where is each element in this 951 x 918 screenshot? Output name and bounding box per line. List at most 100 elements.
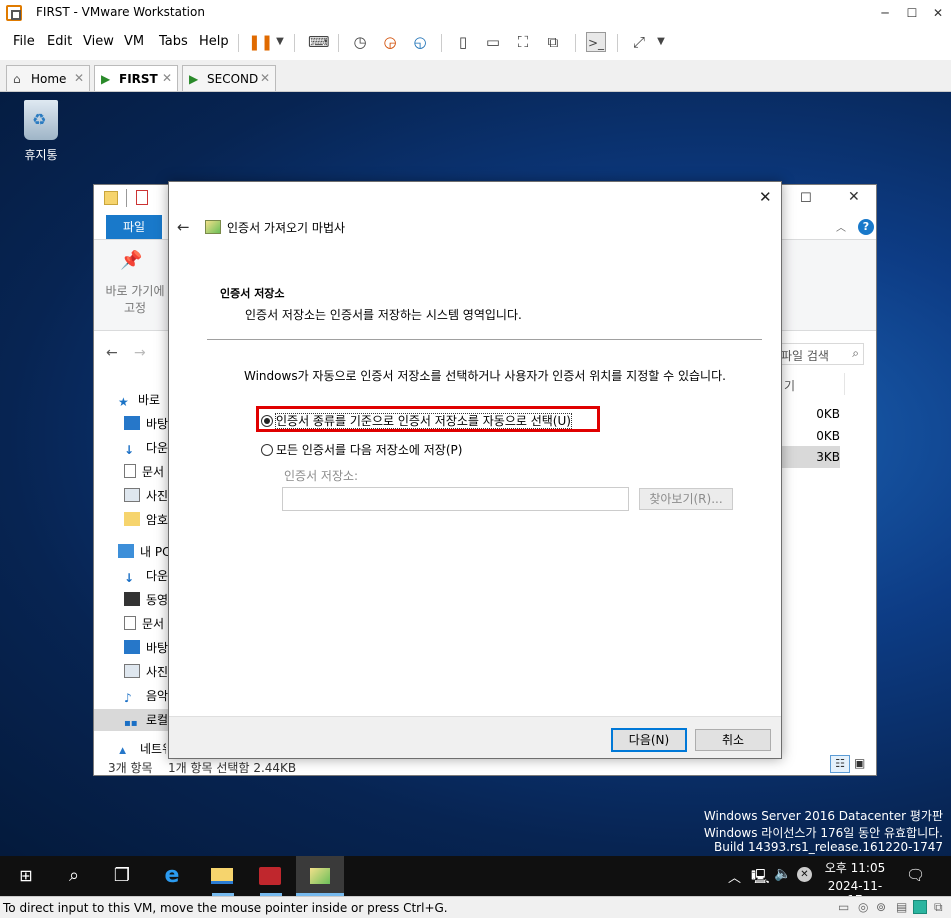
sidebar-item[interactable]: 암호: [124, 511, 172, 533]
sidebar-item-network[interactable]: ▲네트워: [118, 740, 166, 754]
fit-guest-icon[interactable]: ⛶: [513, 32, 533, 52]
toolbar-separator: [575, 34, 576, 52]
close-icon[interactable]: ✕: [162, 71, 172, 85]
close-button[interactable]: ✕: [848, 189, 860, 205]
search-icon[interactable]: ⌕: [50, 856, 98, 896]
search-input[interactable]: 파일 검색 ⌕: [776, 343, 864, 365]
vm-tools-icon[interactable]: [913, 900, 927, 914]
minimize-button[interactable]: ─: [876, 4, 894, 22]
sidebar-item[interactable]: ↓ 다운: [124, 439, 172, 461]
start-icon[interactable]: ⊞: [2, 856, 50, 896]
back-arrow-icon[interactable]: ←: [177, 218, 190, 236]
terminal-icon[interactable]: >_: [586, 32, 606, 52]
file-size: 0KB: [816, 407, 840, 421]
tab-file[interactable]: 파일: [106, 215, 162, 239]
hard-disk-icon[interactable]: ▭: [838, 900, 849, 914]
chevron-down-icon[interactable]: ▼: [270, 32, 290, 52]
task-view-icon[interactable]: ❐: [98, 856, 146, 896]
picture-icon: [124, 664, 140, 678]
sidebar-item[interactable]: ↓ 다운: [124, 567, 172, 589]
pin-icon[interactable]: 📌: [120, 250, 142, 271]
store-field[interactable]: [282, 487, 629, 511]
cert-wizard-task-icon[interactable]: [296, 856, 344, 896]
back-arrow-icon[interactable]: ←: [106, 345, 118, 361]
notification-icon[interactable]: 🗨: [906, 866, 925, 884]
radio-auto-store[interactable]: 인증서 종류를 기준으로 인증서 저장소를 자동으로 선택(U): [261, 412, 572, 429]
menu-tabs[interactable]: Tabs: [159, 34, 188, 49]
sidebar-item[interactable]: 문서: [124, 615, 172, 637]
toolbar-separator: [441, 34, 442, 52]
send-ctrl-alt-del-icon[interactable]: ⌨: [308, 32, 330, 52]
error-icon[interactable]: ✕: [797, 867, 812, 882]
help-icon[interactable]: ?: [858, 219, 874, 235]
sidebar-item[interactable]: 바탕: [124, 639, 172, 661]
chevron-up-icon[interactable]: ︿: [836, 219, 846, 234]
maximize-button[interactable]: ☐: [903, 4, 921, 22]
download-icon: ↓: [124, 571, 135, 585]
close-button[interactable]: ✕: [929, 4, 947, 22]
item-count: 3개 항목: [108, 761, 153, 775]
sidebar-item[interactable]: ♪ 음악: [124, 687, 172, 709]
menu-file[interactable]: File: [13, 34, 35, 49]
close-icon[interactable]: ✕: [74, 71, 84, 85]
pause-icon[interactable]: ❚❚: [248, 32, 273, 52]
tab-first[interactable]: ▶ FIRST ✕: [94, 65, 178, 91]
chevron-down-icon[interactable]: ▼: [651, 32, 671, 52]
large-icons-view-icon[interactable]: ▣: [854, 756, 865, 770]
sidebar-toggle-icon[interactable]: ▯: [453, 32, 473, 52]
taskbar: ⊞ ⌕ ❐ e ︿ 🖳 🔈 ✕ 오후 11:05 2024-11-17 🗨: [0, 856, 951, 907]
details-view-icon[interactable]: ☷: [830, 755, 850, 773]
close-button[interactable]: ✕: [759, 188, 772, 206]
vm-running-icon: ▶: [189, 72, 199, 86]
cancel-button[interactable]: 취소: [695, 729, 771, 751]
sidebar-item[interactable]: 사진: [124, 487, 172, 509]
forward-arrow-icon[interactable]: →: [134, 345, 146, 361]
menu-vm[interactable]: VM: [124, 34, 144, 49]
snapshot-manager-icon[interactable]: ◵: [410, 32, 430, 52]
sidebar-item[interactable]: 동영: [124, 591, 172, 613]
close-icon[interactable]: ✕: [260, 71, 270, 85]
document-icon: [124, 616, 136, 630]
menu-help[interactable]: Help: [199, 34, 229, 49]
status-message: To direct input to this VM, move the mou…: [3, 901, 448, 915]
tab-label: Home: [31, 72, 67, 86]
certificate-import-wizard[interactable]: ✕ ← 인증서 가져오기 마법사 인증서 저장소 인증서 저장소는 인증서를 저…: [168, 181, 782, 759]
fullscreen-icon[interactable]: ⤢: [629, 32, 649, 52]
revert-snapshot-icon[interactable]: ◶: [380, 32, 400, 52]
fullscreen-icon[interactable]: ⧉: [934, 900, 943, 915]
recycle-bin[interactable]: 휴지통: [18, 100, 64, 163]
sidebar-item-local-disk[interactable]: ▪▪ 로컬: [124, 711, 172, 733]
browse-button[interactable]: 찾아보기(R)...: [639, 488, 733, 510]
column-header-size[interactable]: 기: [784, 377, 795, 394]
tab-home[interactable]: ⌂ Home ✕: [6, 65, 90, 91]
console-view-icon[interactable]: ▭: [483, 32, 503, 52]
toolbox-icon[interactable]: [246, 856, 294, 896]
network-icon[interactable]: 🖳: [751, 866, 770, 890]
chevron-up-icon[interactable]: ︿: [728, 867, 741, 886]
section-title: 인증서 저장소: [220, 287, 285, 300]
picture-icon: [124, 488, 140, 502]
next-button[interactable]: 다음(N): [611, 728, 687, 752]
file-explorer-icon[interactable]: [198, 856, 246, 896]
sidebar-item[interactable]: 문서: [124, 463, 172, 485]
star-icon: ★: [118, 395, 129, 409]
usb-icon[interactable]: ▤: [896, 900, 907, 914]
pin-label[interactable]: 바로 가기에 고정: [100, 282, 170, 316]
section-description: 인증서 저장소는 인증서를 저장하는 시스템 영역입니다.: [245, 308, 522, 322]
snapshot-icon[interactable]: ◷: [350, 32, 370, 52]
desktop-icon: [124, 416, 140, 430]
unity-icon[interactable]: ⧉: [543, 32, 563, 52]
internet-explorer-icon[interactable]: e: [148, 856, 196, 896]
maximize-button[interactable]: ☐: [800, 191, 812, 206]
vmware-statusbar: To direct input to this VM, move the mou…: [0, 896, 951, 918]
tab-second[interactable]: ▶ SECOND ✕: [182, 65, 276, 91]
cd-icon[interactable]: ◎: [858, 900, 868, 914]
radio-manual-store[interactable]: 모든 인증서를 다음 저장소에 저장(P): [261, 441, 462, 458]
volume-muted-icon[interactable]: 🔈: [774, 866, 791, 882]
menu-view[interactable]: View: [83, 34, 114, 49]
sidebar-item[interactable]: 바탕: [124, 415, 172, 437]
network-adapter-icon[interactable]: ⊚: [876, 900, 886, 914]
sidebar-item[interactable]: 사진: [124, 663, 172, 685]
properties-icon[interactable]: [136, 190, 148, 205]
menu-edit[interactable]: Edit: [47, 34, 72, 49]
